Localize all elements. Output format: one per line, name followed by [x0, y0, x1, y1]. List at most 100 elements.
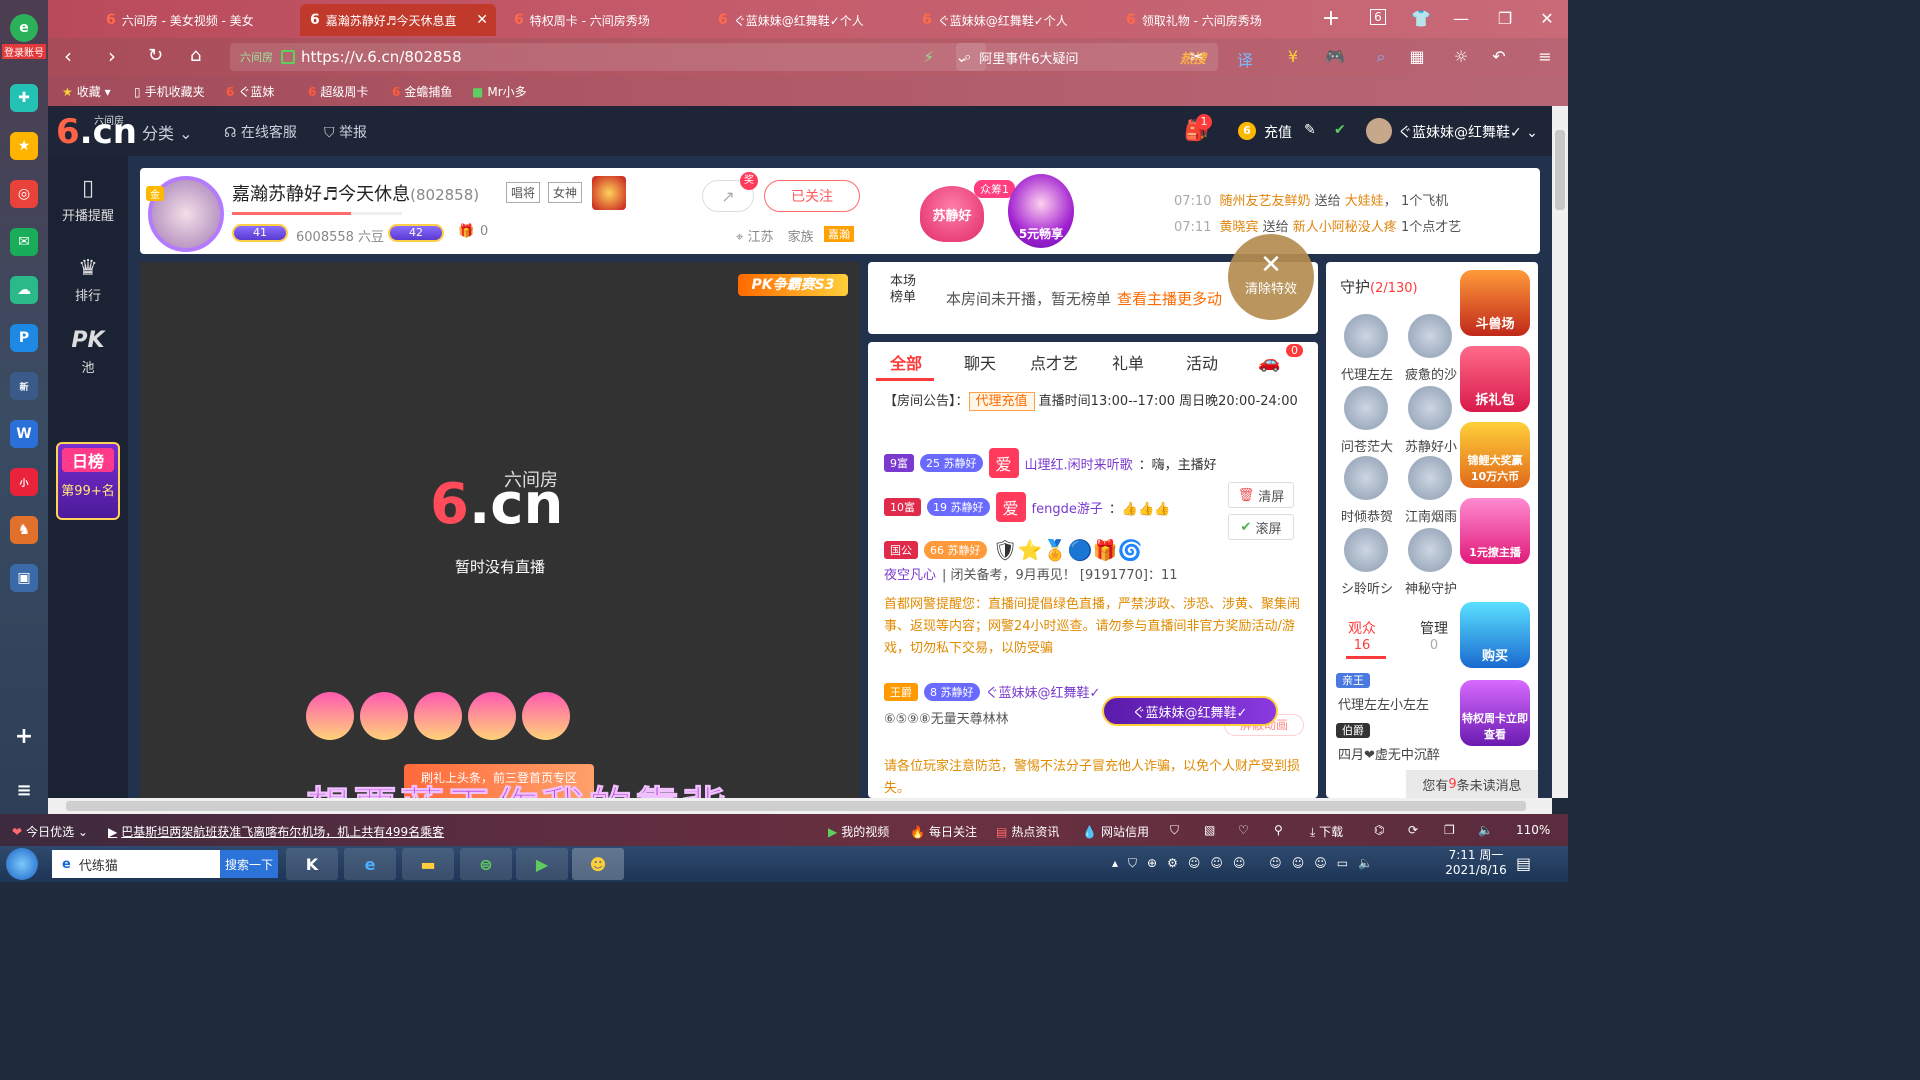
- anchor-avatar[interactable]: 金: [146, 176, 224, 252]
- browser-logo-icon[interactable]: e: [10, 14, 38, 42]
- window-icon[interactable]: ❐: [1444, 823, 1455, 837]
- nav-report[interactable]: ⛉ 举报: [324, 122, 367, 142]
- weibo-icon[interactable]: ◎: [10, 180, 38, 208]
- map-app-icon[interactable]: ▣: [10, 564, 38, 592]
- k-app-icon[interactable]: K: [286, 848, 338, 880]
- scroll-thumb[interactable]: [1555, 130, 1565, 210]
- user-avatar[interactable]: [1366, 118, 1392, 144]
- promo-gift-pack[interactable]: 拆礼包: [1460, 346, 1530, 412]
- bookmark-mrxiaoduo[interactable]: ■ Mr小多: [472, 83, 527, 100]
- guard-avatar[interactable]: [1344, 386, 1388, 430]
- family-tag[interactable]: 嘉瀚: [824, 226, 854, 242]
- view-more-link[interactable]: 查看主播更多动: [1117, 288, 1222, 309]
- coin-icon[interactable]: ¥: [1282, 47, 1304, 67]
- menu-icon[interactable]: ≡: [10, 776, 38, 804]
- unread-messages[interactable]: 您有 9 条未读消息: [1406, 770, 1538, 798]
- news-ticker[interactable]: ▶ 巴基斯坦两架航班获准飞离喀布尔机场，机上共有499名乘客: [108, 823, 444, 840]
- xiaohongshu-icon[interactable]: 小: [10, 468, 38, 496]
- restore-icon[interactable]: ❐: [1494, 9, 1516, 29]
- game-app-icon[interactable]: ♞: [10, 516, 38, 544]
- cloud-icon[interactable]: ☁: [10, 276, 38, 304]
- guard-name[interactable]: 问苍茫大: [1332, 436, 1402, 455]
- zoom-level[interactable]: 110%: [1516, 823, 1550, 837]
- nav-pk-pool[interactable]: PK 池: [48, 328, 128, 376]
- viewer-name[interactable]: 四月❤虚无中沉醉: [1338, 744, 1440, 763]
- menu-icon[interactable]: ≡: [1534, 47, 1556, 67]
- tab-4[interactable]: 6 ぐ蓝妹妹@红舞鞋✓个人: [708, 4, 904, 36]
- refresh-icon[interactable]: ↻: [148, 46, 163, 66]
- viewer-name[interactable]: 代理左左小左左: [1338, 694, 1429, 713]
- chat-app-icon[interactable]: ☻: [572, 848, 624, 880]
- daily-focus[interactable]: 🔥 每日关注: [910, 823, 977, 840]
- recharge-link[interactable]: 充值: [1264, 122, 1292, 142]
- today-picks[interactable]: ❤ 今日优选 ⌄: [12, 823, 88, 840]
- taskbar-clock[interactable]: 7:11 周一 2021/8/16: [1436, 848, 1516, 878]
- notification-icon[interactable]: ▤: [1516, 854, 1531, 873]
- tab-2-active[interactable]: 6 嘉瀚苏静好♬今天休息直 ✕: [300, 4, 496, 36]
- scissors-icon[interactable]: ✂: [1186, 47, 1208, 67]
- guard-avatar[interactable]: [1408, 528, 1452, 572]
- taskbar-search[interactable]: e 代练猫 搜索一下: [52, 850, 278, 878]
- tab-activity[interactable]: 活动: [1186, 350, 1218, 374]
- word-icon[interactable]: W: [10, 420, 38, 448]
- tab-6[interactable]: 6 领取礼物 - 六间房秀场: [1116, 4, 1312, 36]
- folder-icon[interactable]: ▬: [402, 848, 454, 880]
- close-tab-icon[interactable]: ✕: [476, 12, 488, 28]
- scroll-screen-button[interactable]: ✔ 滚屏: [1228, 514, 1294, 540]
- guard-avatar[interactable]: [1344, 456, 1388, 500]
- new-tab-icon[interactable]: +: [1320, 6, 1342, 31]
- plus-app-icon[interactable]: ✚: [10, 84, 38, 112]
- guard-avatar[interactable]: [1344, 528, 1388, 572]
- bookmark-favorites[interactable]: ★ 收藏 ▾: [62, 83, 111, 100]
- edit-icon[interactable]: ✎: [1304, 122, 1316, 138]
- promo-one-yuan[interactable]: 1元撩主播: [1460, 498, 1530, 564]
- guard-name[interactable]: 代理左左: [1332, 364, 1402, 383]
- star-app-icon[interactable]: ★: [10, 132, 38, 160]
- nav-live-remind[interactable]: ▯ 开播提醒: [48, 176, 128, 224]
- add-icon[interactable]: +: [10, 722, 38, 750]
- guard-name[interactable]: 江南烟雨: [1396, 506, 1466, 525]
- follow-button[interactable]: 已关注: [764, 180, 860, 212]
- viewer-row[interactable]: 亲王: [1336, 672, 1370, 688]
- promo-weekcard[interactable]: 特权周卡立即查看: [1460, 680, 1530, 746]
- video-app-icon[interactable]: ▶: [516, 848, 568, 880]
- sync-icon[interactable]: ⟳: [1408, 823, 1418, 837]
- pk-badge[interactable]: PK争霸赛S3: [738, 274, 848, 296]
- forward-icon[interactable]: ›: [108, 46, 116, 66]
- agent-recharge-pill[interactable]: 代理充值: [968, 392, 1035, 411]
- tab-admin[interactable]: 管理 0: [1420, 618, 1448, 653]
- ie-app-icon[interactable]: e: [344, 848, 396, 880]
- daily-rank-badge[interactable]: 日榜 第99+名: [56, 442, 120, 520]
- gamepad-icon[interactable]: 🎮: [1324, 47, 1346, 67]
- url-bar[interactable]: 六间房 https://v.6.cn/802858 ⚡ ⌄: [230, 43, 986, 71]
- bookmark-fishing[interactable]: 6 金蟾捕鱼: [392, 83, 452, 100]
- video-player[interactable]: PK争霸赛S3 6.cn 六间房 暂时没有直播 刷礼上头条，前三登首页专区: [140, 262, 860, 798]
- guard-name[interactable]: 时倾恭贺: [1332, 506, 1402, 525]
- brightness-icon[interactable]: ☼: [1450, 47, 1472, 67]
- search-go-button[interactable]: 搜索一下: [220, 850, 278, 878]
- medal-icon[interactable]: [592, 176, 626, 210]
- minimize-icon[interactable]: —: [1450, 9, 1472, 29]
- rank-board-label[interactable]: 本场榜单: [890, 274, 922, 306]
- vertical-scrollbar[interactable]: [1552, 106, 1568, 798]
- my-videos[interactable]: ▶ 我的视频: [828, 823, 889, 840]
- tray-icons[interactable]: ▴⛉⊕⚙☺☺☺ ☺☺☺▭🔈: [1112, 856, 1383, 871]
- tab-1[interactable]: 6 六间房 - 美女视频 - 美女: [96, 4, 292, 36]
- p-app-icon[interactable]: P: [10, 324, 38, 352]
- user-name[interactable]: ぐ蓝妹妹@红舞鞋✓ ⌄: [1398, 122, 1538, 142]
- check-icon[interactable]: ✔: [1334, 122, 1346, 138]
- bookmark-weekcard[interactable]: 6 超级周卡: [308, 83, 368, 100]
- translate-icon[interactable]: 译: [1234, 47, 1256, 70]
- promo-koi[interactable]: 锦鲤大奖赢10万六币: [1460, 422, 1530, 488]
- tab-3[interactable]: 6 特权周卡 - 六间房秀场: [504, 4, 700, 36]
- guard-avatar[interactable]: [1408, 456, 1452, 500]
- volume-icon[interactable]: 🔈: [1478, 823, 1493, 837]
- grid-icon[interactable]: ▦: [1406, 47, 1428, 67]
- rocket-icon[interactable]: ⚲: [1274, 823, 1283, 837]
- start-button[interactable]: [6, 848, 38, 880]
- news-app-icon[interactable]: 新: [10, 372, 38, 400]
- clear-screen-button[interactable]: 🗑 清屏: [1228, 482, 1294, 508]
- download-button[interactable]: ⤓ 下载: [1310, 823, 1343, 840]
- nav-ranking[interactable]: ♛ 排行: [48, 256, 128, 304]
- bookmark-lanmei[interactable]: 6 ぐ蓝妹: [226, 83, 274, 100]
